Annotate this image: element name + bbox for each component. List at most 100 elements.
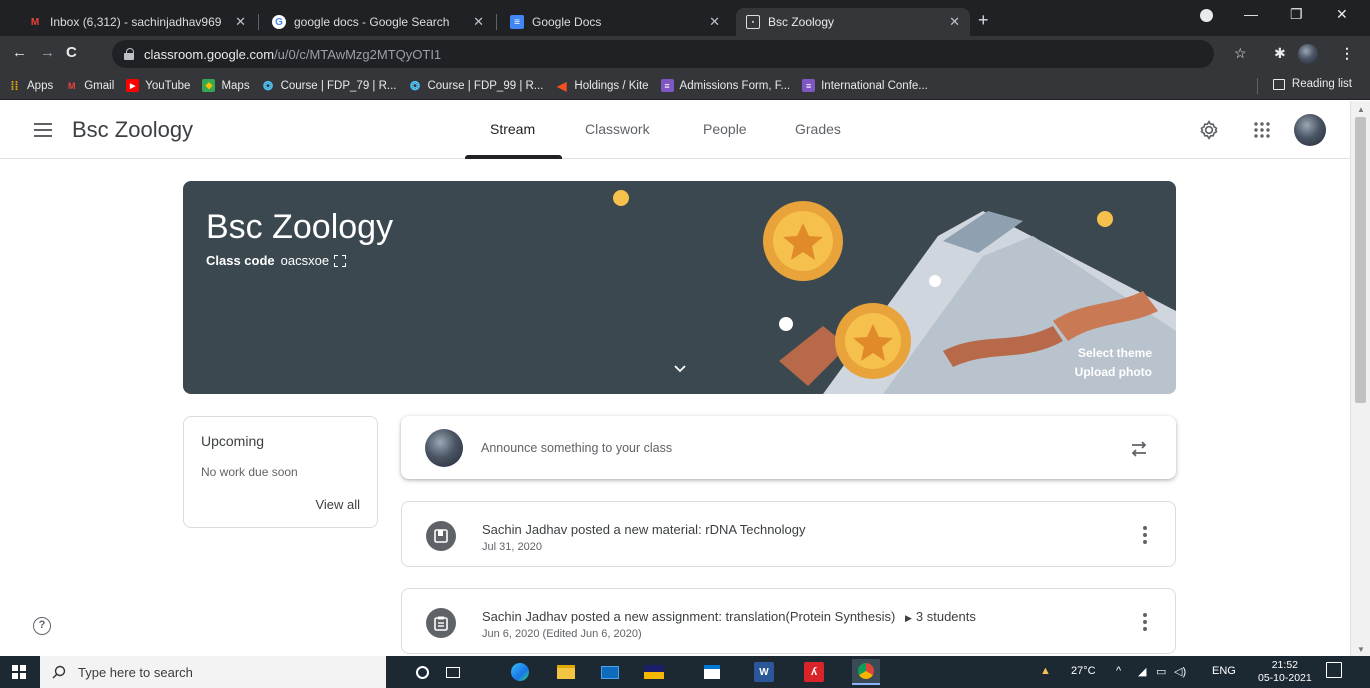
repost-arrows-icon[interactable] <box>1129 440 1149 458</box>
tab-bsc-zoology[interactable]: ▪ Bsc Zoology ✕ <box>736 8 970 36</box>
notifications-icon[interactable] <box>1326 662 1342 678</box>
gmail-icon: M <box>67 80 76 91</box>
media-app-icon[interactable] <box>644 662 664 682</box>
google-apps-grid-icon[interactable] <box>1254 122 1270 143</box>
bookmark-label: Course | FDP_99 | R... <box>427 79 544 92</box>
input-language[interactable]: ENG <box>1212 665 1236 677</box>
back-arrow-icon[interactable]: ← <box>12 44 27 61</box>
upcoming-empty-text: No work due soon <box>201 465 298 479</box>
word-icon[interactable]: W <box>754 662 774 682</box>
upload-photo-link[interactable]: Upload photo <box>1075 365 1152 379</box>
bookmark-international-conference[interactable]: ≡ International Confe... <box>802 79 928 92</box>
close-icon[interactable]: ✕ <box>473 14 484 30</box>
assignment-icon <box>426 608 456 638</box>
close-icon[interactable]: ✕ <box>949 14 960 30</box>
page-scrollbar[interactable]: ▲ ▼ <box>1350 101 1370 656</box>
active-tab-indicator <box>465 155 562 159</box>
bookmark-course-fdp99[interactable]: ❂ Course | FDP_99 | R... <box>408 78 544 93</box>
stream-post[interactable]: Sachin Jadhav posted a new assignment: t… <box>401 588 1176 654</box>
bookmark-course-fdp79[interactable]: ❂ Course | FDP_79 | R... <box>262 78 396 93</box>
bookmark-gmail[interactable]: M Gmail <box>65 79 114 92</box>
bookmark-admissions-form[interactable]: ≡ Admissions Form, F... <box>660 79 790 92</box>
lock-icon[interactable] <box>124 48 134 60</box>
select-theme-link[interactable]: Select theme <box>1078 346 1152 360</box>
close-window-icon[interactable]: ✕ <box>1336 6 1348 23</box>
chrome-taskbar-icon[interactable] <box>852 659 880 685</box>
tab-google-docs[interactable]: ≡ Google Docs ✕ <box>500 8 730 36</box>
weather-temperature[interactable]: 27°C <box>1071 665 1096 677</box>
announce-box[interactable]: Announce something to your class <box>401 416 1176 479</box>
forward-arrow-icon[interactable]: → <box>40 44 55 61</box>
extensions-puzzle-icon[interactable]: ✱ <box>1274 45 1286 62</box>
audience-caret-icon: ▶ <box>904 613 912 623</box>
announce-placeholder[interactable]: Announce something to your class <box>481 441 672 455</box>
minimize-icon[interactable]: — <box>1244 6 1258 22</box>
class-settings-gear-icon[interactable] <box>1199 120 1219 145</box>
bookmarks-bar: ⁞⁞ Apps M Gmail ▶ YouTube ◆ Maps ❂ Cours… <box>0 72 1370 100</box>
volume-speaker-icon[interactable]: ◁) <box>1174 665 1186 678</box>
bookmark-label: Apps <box>27 79 54 92</box>
help-question-icon[interactable]: ? <box>33 617 51 635</box>
reading-list-button[interactable]: Reading list <box>1272 78 1352 90</box>
cortana-circle-icon[interactable] <box>412 662 432 682</box>
scroll-up-arrow-icon[interactable]: ▲ <box>1357 105 1365 114</box>
account-avatar[interactable] <box>1294 114 1326 146</box>
course-icon: ❂ <box>263 78 274 93</box>
bookmark-kite[interactable]: ◀ Holdings / Kite <box>555 79 648 93</box>
scrollbar-thumb[interactable] <box>1355 117 1366 403</box>
fullscreen-expand-icon[interactable] <box>334 254 347 267</box>
windows-start-icon[interactable] <box>12 665 26 679</box>
tab-google-search[interactable]: G google docs - Google Search ✕ <box>262 8 494 36</box>
expand-chevron-down-icon[interactable] <box>674 363 686 375</box>
post-title[interactable]: Sachin Jadhav posted a new material: rDN… <box>482 522 806 537</box>
bookmark-apps[interactable]: ⁞⁞ Apps <box>8 79 54 93</box>
profile-dropdown-icon[interactable] <box>1200 9 1213 22</box>
taskbar-clock[interactable]: 21:52 05-10-2021 <box>1258 659 1312 685</box>
task-view-icon[interactable] <box>443 662 463 682</box>
tab-grades[interactable]: Grades <box>795 121 841 137</box>
edge-browser-icon[interactable] <box>510 662 530 682</box>
bookmark-label: International Confe... <box>821 79 928 92</box>
medal-illustration <box>763 201 911 386</box>
tab-gmail[interactable]: M Inbox (6,312) - sachinjadhav969 ✕ <box>18 8 256 36</box>
tab-stream[interactable]: Stream <box>490 121 535 137</box>
network-icon[interactable]: ◢ <box>1138 665 1146 678</box>
microsoft-store-icon[interactable] <box>702 662 722 682</box>
stream-post[interactable]: Sachin Jadhav posted a new material: rDN… <box>401 501 1176 567</box>
banner-dot <box>929 275 941 287</box>
weather-sun-icon[interactable]: ▲ <box>1040 665 1051 677</box>
tab-people[interactable]: People <box>703 121 747 137</box>
post-options-kebab-icon[interactable] <box>1143 613 1147 631</box>
tab-classwork[interactable]: Classwork <box>585 121 650 137</box>
battery-icon[interactable]: ▭ <box>1156 665 1166 678</box>
class-title[interactable]: Bsc Zoology <box>72 117 193 143</box>
close-icon[interactable]: ✕ <box>709 14 720 30</box>
clock-time: 21:52 <box>1271 659 1298 671</box>
upcoming-heading: Upcoming <box>201 433 265 449</box>
post-audience[interactable]: 3 students <box>916 609 976 624</box>
close-icon[interactable]: ✕ <box>235 14 246 30</box>
scroll-down-arrow-icon[interactable]: ▼ <box>1357 645 1365 654</box>
bookmark-maps[interactable]: ◆ Maps <box>202 79 250 92</box>
main-menu-icon[interactable] <box>34 123 52 137</box>
profile-avatar[interactable] <box>1298 44 1318 64</box>
reload-icon[interactable]: C <box>66 44 77 61</box>
classroom-icon: ▪ <box>746 15 760 29</box>
chrome-menu-icon[interactable]: ⋮ <box>1340 45 1354 62</box>
restore-icon[interactable]: ❐ <box>1290 6 1303 23</box>
course-icon: ❂ <box>409 78 421 93</box>
bookmark-star-icon[interactable]: ☆ <box>1234 45 1247 62</box>
post-options-kebab-icon[interactable] <box>1143 526 1147 544</box>
post-title[interactable]: Sachin Jadhav posted a new assignment: t… <box>482 609 976 624</box>
view-all-link[interactable]: View all <box>315 497 360 512</box>
new-tab-button[interactable]: + <box>978 10 989 31</box>
acrobat-reader-icon[interactable]: ʎ <box>804 662 824 682</box>
bookmark-youtube[interactable]: ▶ YouTube <box>126 79 190 92</box>
post-title-text: Sachin Jadhav posted a new material: rDN… <box>482 522 806 537</box>
taskbar-search-box[interactable]: Type here to search <box>40 656 386 688</box>
address-bar[interactable]: classroom.google.com/u/0/c/MTAwMzg2MTQyO… <box>112 40 1214 68</box>
file-explorer-icon[interactable] <box>556 662 576 682</box>
show-hidden-icons-chevron-up-icon[interactable]: ^ <box>1116 665 1121 677</box>
mail-icon[interactable] <box>600 662 620 682</box>
tab-title: Bsc Zoology <box>768 15 835 29</box>
